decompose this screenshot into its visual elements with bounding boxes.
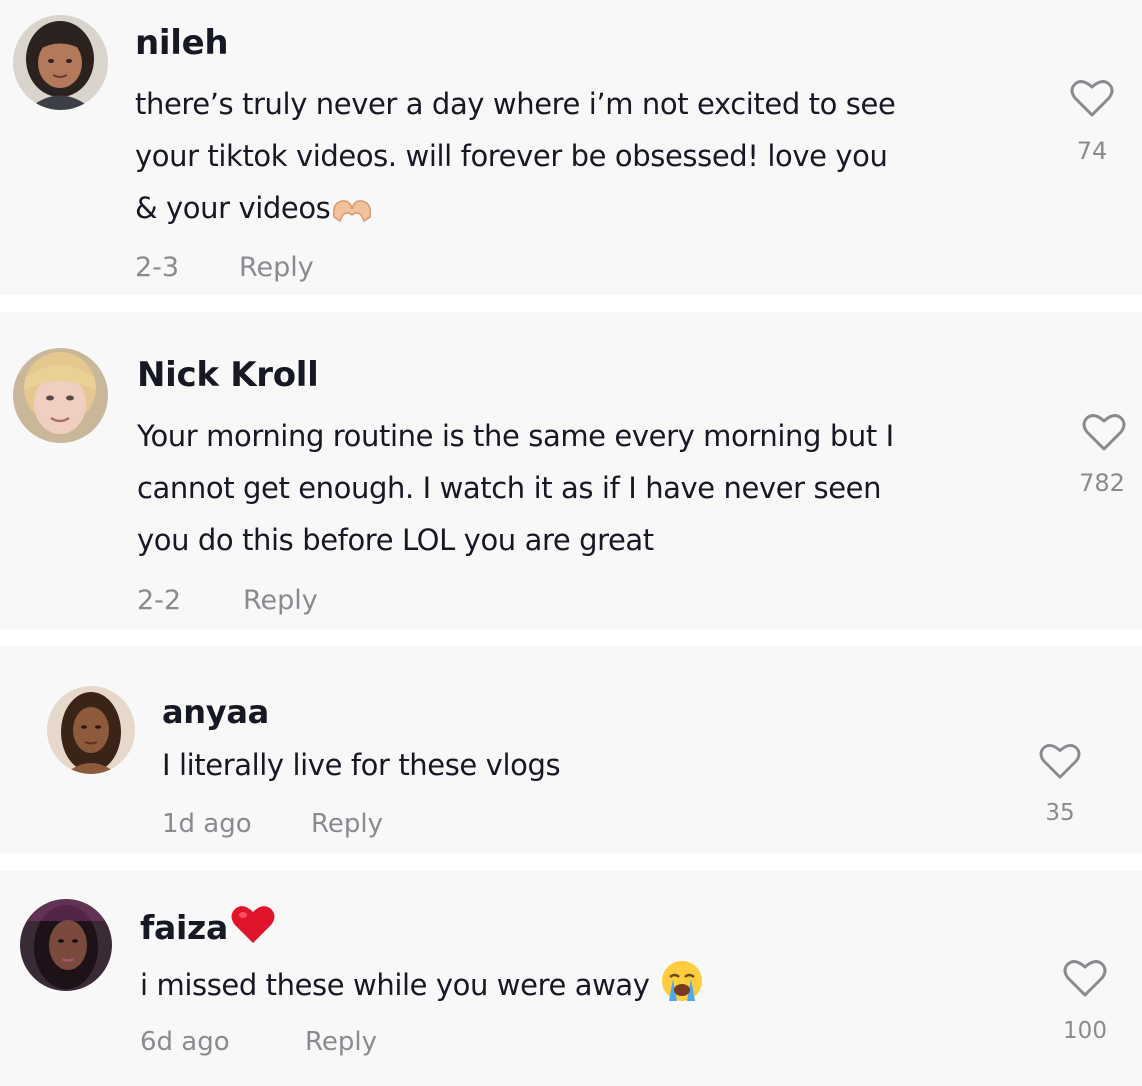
username[interactable]: Nick Kroll [137,354,319,396]
heart-icon[interactable] [1082,412,1126,452]
heart-hands-emoji [330,195,374,225]
like-count: 74 [1076,137,1108,165]
comment-item: Nick Kroll Your morning routine is the s… [0,312,1142,630]
avatar[interactable] [13,15,108,110]
loudly-crying-emoji [660,959,704,1003]
comment-item: nileh there’s truly never a day where i’… [0,0,1142,295]
username[interactable]: anyaa [162,692,269,732]
comment-line-with-emoji: & your videos [135,182,895,234]
comment-line: cannot get enough. I watch it as if I ha… [137,471,882,505]
comment-line: & your videos [135,191,331,225]
like-count: 782 [1079,469,1125,497]
like-count: 100 [1063,1018,1107,1044]
comment-meta: 6d ago Reply [140,1025,440,1059]
comment-line: I literally live for these vlogs [162,748,561,782]
comment-item: faiza i missed these while you were away… [0,871,1142,1086]
comment-line: there’s truly never a day where i’m not … [135,87,896,121]
heart-icon[interactable] [1039,742,1081,780]
comment-line: your tiktok videos. will forever be obse… [135,139,888,173]
comment-item: anyaa I literally live for these vlogs 1… [0,646,1142,853]
avatar[interactable] [47,686,135,774]
reply-button[interactable]: Reply [305,1025,377,1059]
username[interactable]: faiza [140,903,276,949]
username-text: faiza [140,908,228,947]
reply-button[interactable]: Reply [243,583,318,619]
comment-line: i missed these while you were away [140,968,650,1002]
comment-text: i missed these while you were away [140,959,704,1007]
reply-button[interactable]: Reply [311,807,383,841]
comment-meta: 1d ago Reply [162,807,462,841]
comment-line: Your morning routine is the same every m… [137,419,894,453]
comment-line-with-emoji: i missed these while you were away [140,959,704,1007]
heart-icon[interactable] [1070,78,1114,118]
comment-text: there’s truly never a day where i’m not … [135,78,896,234]
heart-icon[interactable] [1063,958,1107,998]
comment-line: you do this before LOL you are great [137,523,654,557]
comment-meta: 2-2 Reply [137,583,437,619]
avatar[interactable] [20,899,112,991]
comment-date: 6d ago [140,1027,230,1057]
comment-date: 2-2 [137,585,182,616]
comment-text: Your morning routine is the same every m… [137,410,894,566]
like-count: 35 [1045,800,1075,826]
comment-date: 2-3 [135,252,180,283]
comment-date: 1d ago [162,809,252,839]
comment-meta: 2-3 Reply [135,250,435,286]
username[interactable]: nileh [135,22,229,64]
avatar[interactable] [13,348,108,443]
comment-text: I literally live for these vlogs [162,743,561,787]
reply-button[interactable]: Reply [239,250,314,286]
red-heart-emoji [230,903,276,945]
